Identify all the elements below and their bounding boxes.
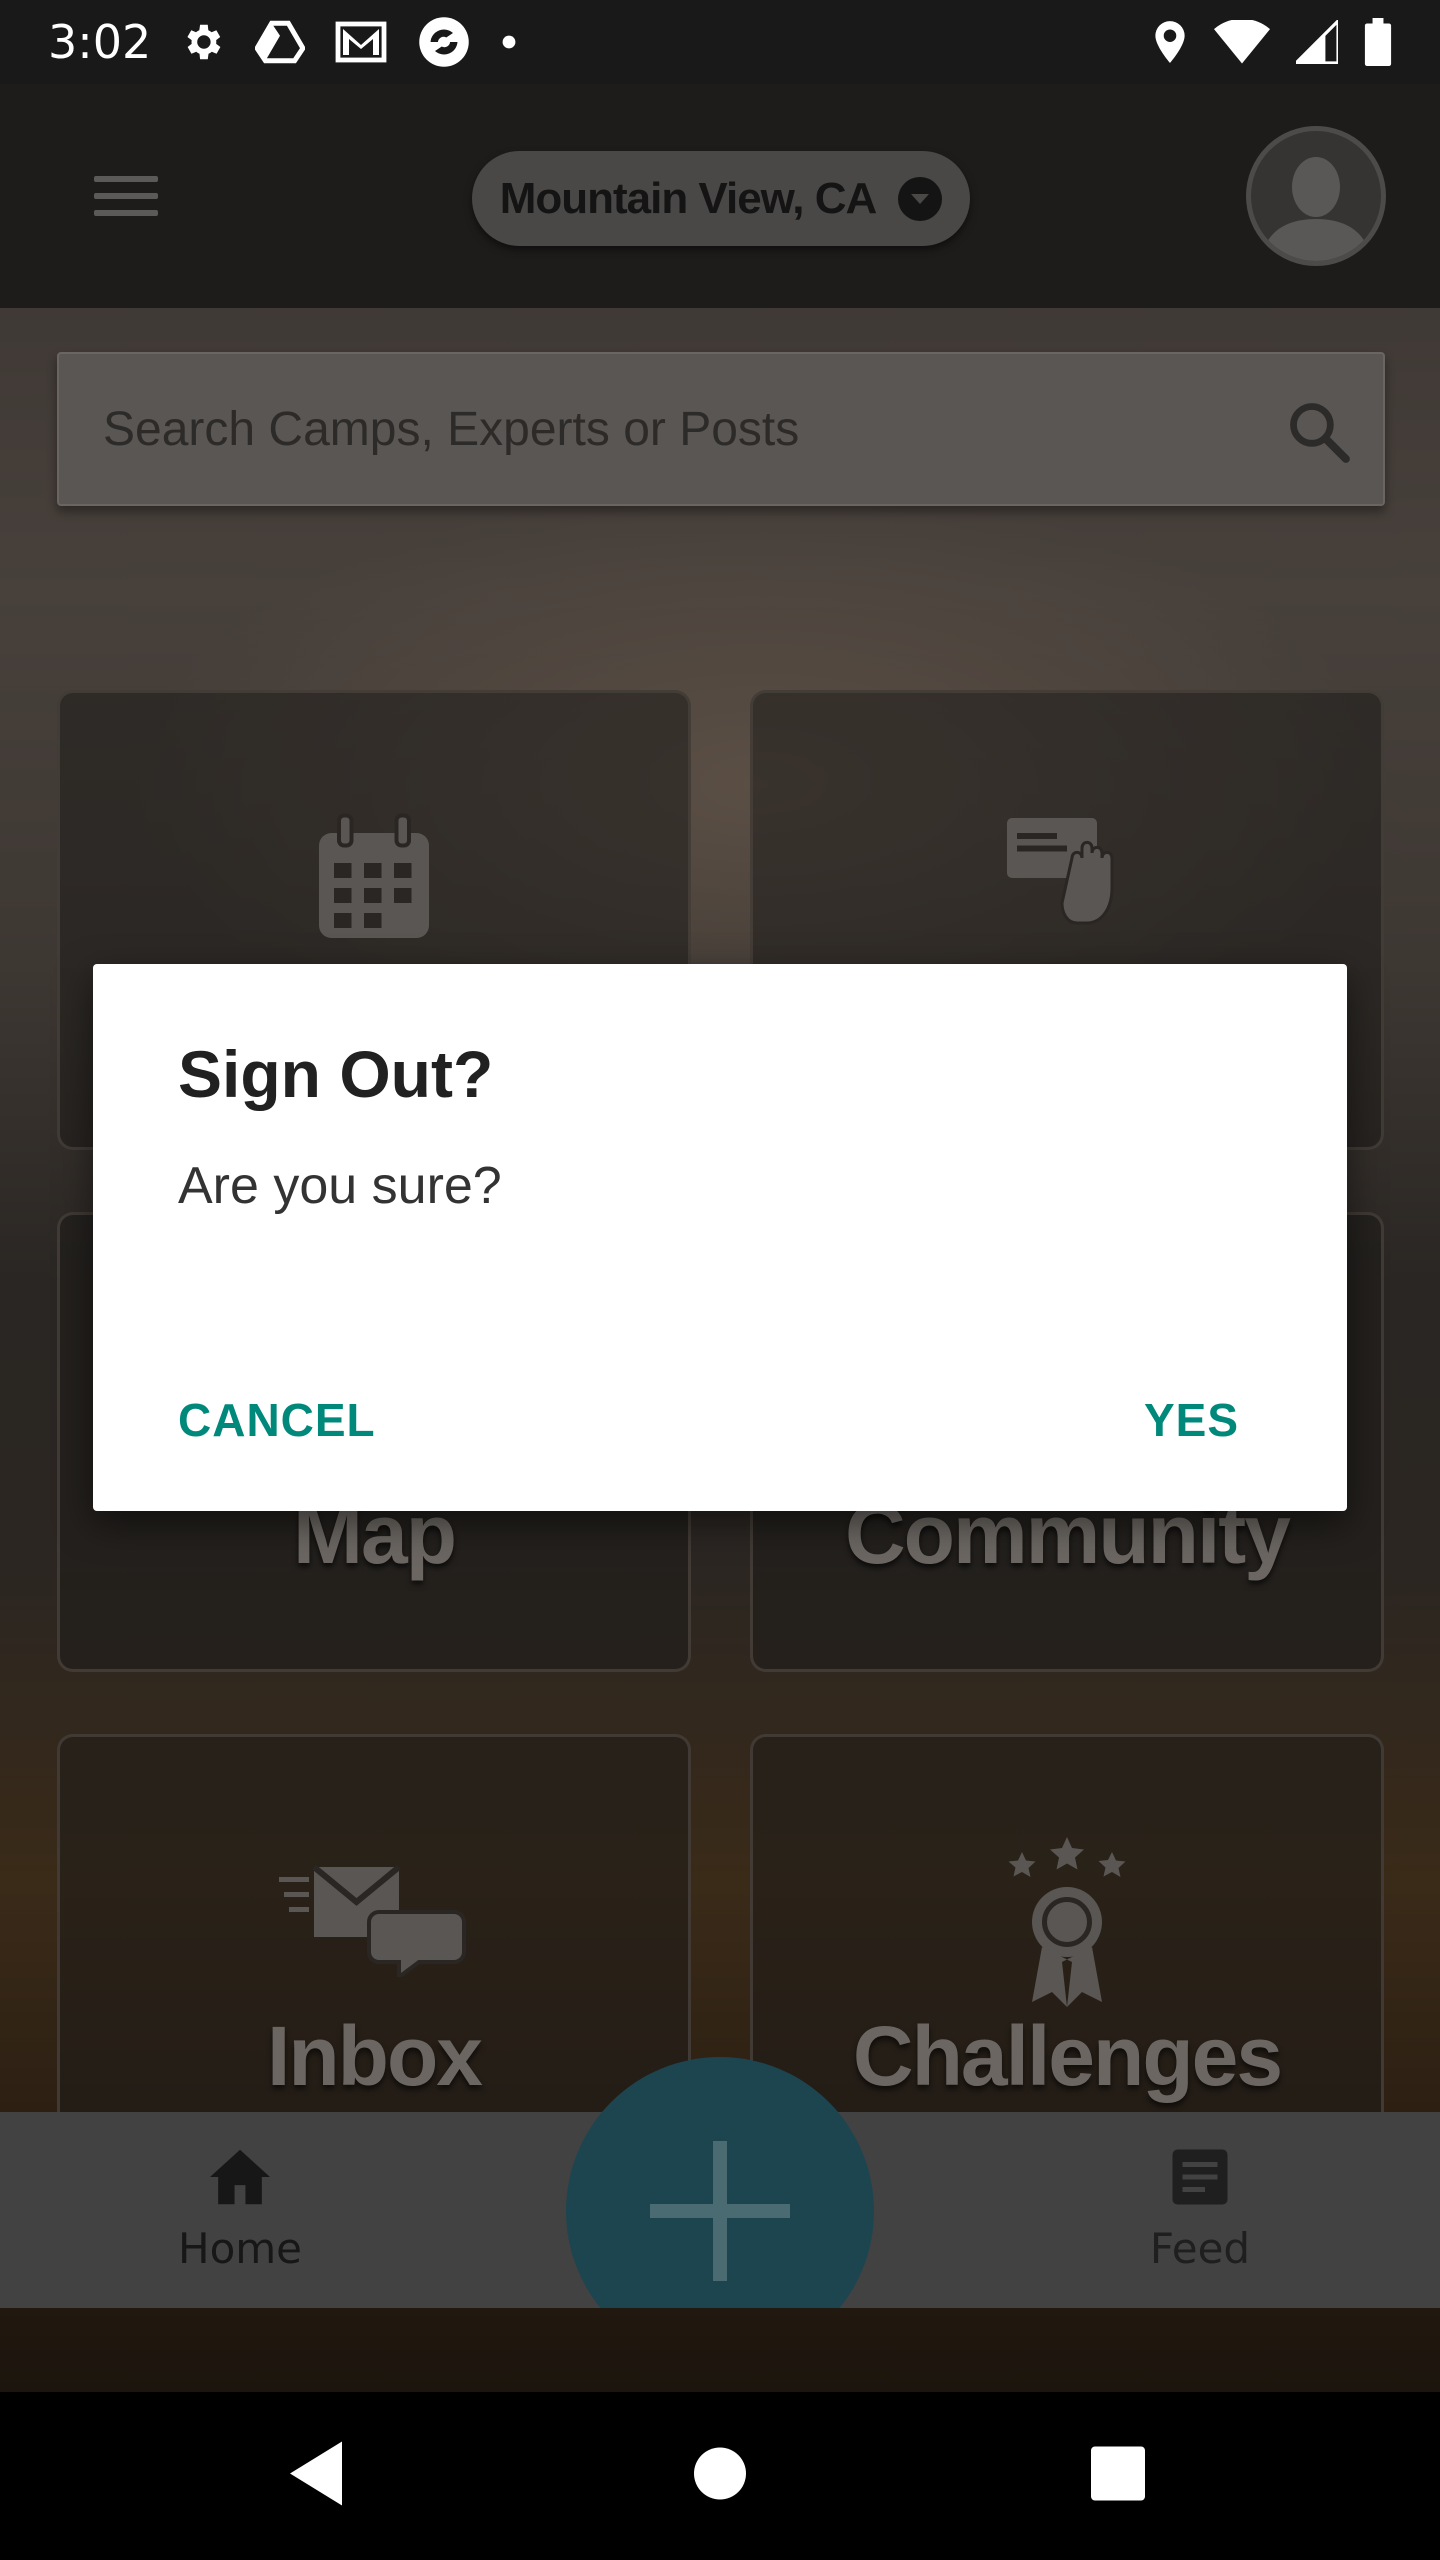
android-nav-bar [0,2392,1440,2560]
dot-icon [501,34,517,50]
sign-out-dialog: Sign Out? Are you sure? CANCEL YES [93,964,1347,1511]
status-bar: 3:02 [0,0,1440,84]
home-circle-icon[interactable] [694,2447,746,2505]
settings-icon [179,19,225,65]
gmail-icon [335,21,387,63]
app-icon [417,15,471,69]
wifi-icon [1214,20,1270,64]
drive-icon [255,20,306,64]
signal-icon [1296,20,1338,64]
status-time: 3:02 [48,15,152,69]
back-icon[interactable] [290,2441,346,2511]
status-left-icons [179,15,517,69]
dialog-title: Sign Out? [178,1037,494,1111]
status-right-icons [1152,18,1392,66]
location-icon [1152,19,1188,65]
cancel-button[interactable]: CANCEL [178,1380,376,1460]
battery-icon [1364,18,1392,66]
recents-icon[interactable] [1091,2446,1145,2506]
yes-button[interactable]: YES [1144,1380,1239,1460]
dialog-message: Are you sure? [178,1157,502,1215]
